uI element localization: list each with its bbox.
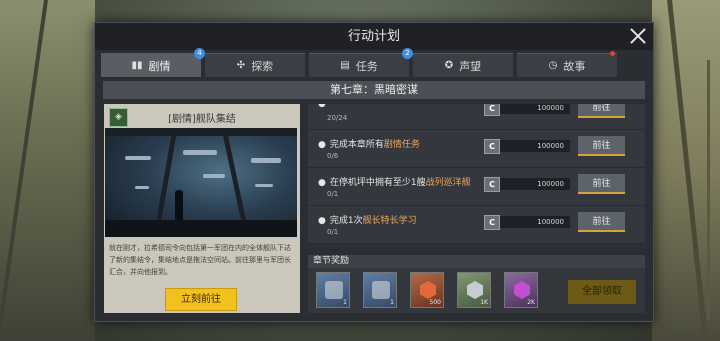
red-crystal-icon[interactable]: 500 bbox=[410, 272, 444, 308]
task-progress: 0/1 bbox=[327, 228, 339, 236]
task-list: ● 20/24 C 100000 前往 ● 完成本章所有剧情任务 0/6 C 10… bbox=[308, 104, 645, 249]
action-plan-dialog: 行动计划 ▮▮ 剧情 4 ✣ 探索 ▤ 任务 2 ✪ 声望 ◷ 故事 第七章：黑… bbox=[94, 22, 654, 322]
goto-button[interactable]: 前往 bbox=[578, 136, 625, 156]
reward-count: 1 bbox=[390, 299, 394, 306]
story-description: 就在刚才，拉希德司令向包括第一军团在内的全体舰队下达了新的集结令，集结地点是拖法… bbox=[109, 244, 291, 276]
task-description: ● bbox=[318, 104, 326, 109]
story-title: [剧情]舰队集结 bbox=[168, 114, 236, 125]
credit-icon: C bbox=[484, 215, 500, 230]
tab-bar: ▮▮ 剧情 4 ✣ 探索 ▤ 任务 2 ✪ 声望 ◷ 故事 bbox=[101, 48, 647, 77]
turret-blueprint-icon[interactable]: 1 bbox=[316, 272, 350, 308]
story-illustration bbox=[105, 128, 297, 237]
turret-blueprint-icon[interactable]: 1 bbox=[363, 272, 397, 308]
goto-button[interactable]: 前往 bbox=[578, 212, 625, 232]
credit-icon: C bbox=[484, 139, 500, 154]
credit-icon: C bbox=[484, 104, 500, 116]
claim-all-button[interactable]: 全部领取 bbox=[568, 280, 636, 304]
silver-crystal-icon[interactable]: 1K bbox=[457, 272, 491, 308]
reward-amount: 100000 bbox=[500, 140, 570, 152]
task-progress: 0/1 bbox=[327, 190, 339, 198]
reward-amount: 100000 bbox=[500, 216, 570, 228]
go-now-button[interactable]: 立刻前往 bbox=[165, 288, 237, 311]
tab-stories[interactable]: ◷ 故事 bbox=[517, 51, 617, 77]
task-description: ● 完成本章所有剧情任务 bbox=[318, 140, 420, 150]
tab-label: 探索 bbox=[251, 59, 274, 73]
task-description: ● 完成1次舰长特长学习 bbox=[318, 216, 417, 226]
tab-label: 剧情 bbox=[148, 59, 171, 73]
background-left bbox=[0, 0, 95, 341]
dialog-title: 行动计划 bbox=[95, 23, 653, 50]
story-panel: ◈ 安全 [剧情]舰队集结 就在刚才，拉希德司令向包括第一军团在内的全体舰队下达… bbox=[104, 104, 300, 313]
task-row: ● 在停机坪中拥有至少1艘战列巡洋舰 0/1 C 100000 前往 bbox=[308, 168, 645, 206]
reward-amount: 100000 bbox=[500, 104, 570, 114]
tab-explore[interactable]: ✣ 探索 bbox=[205, 53, 305, 77]
list-icon: ▤ bbox=[340, 60, 350, 71]
task-progress: 0/6 bbox=[327, 152, 339, 160]
chapter-rewards: 章节奖励 1 1 500 1K 2K 全部领取 bbox=[308, 255, 645, 313]
clock-icon: ◷ bbox=[548, 60, 558, 71]
tab-label: 声望 bbox=[459, 59, 482, 73]
reward-count: 1K bbox=[480, 299, 488, 306]
purple-crystal-icon[interactable]: 2K bbox=[504, 272, 538, 308]
task-progress: 20/24 bbox=[327, 114, 348, 122]
task-row: ● 完成1次舰长特长学习 0/1 C 100000 前往 bbox=[308, 206, 645, 244]
reward-count: 1 bbox=[343, 299, 347, 306]
reward-count: 2K bbox=[527, 299, 535, 306]
notification-dot bbox=[610, 51, 615, 56]
tab-missions[interactable]: ▤ 任务 2 bbox=[309, 48, 413, 77]
reward-amount: 100000 bbox=[500, 178, 570, 190]
tab-story[interactable]: ▮▮ 剧情 4 bbox=[101, 48, 205, 77]
task-description: ● 在停机坪中拥有至少1艘战列巡洋舰 bbox=[318, 178, 471, 188]
credit-icon: C bbox=[484, 177, 500, 192]
tab-reputation[interactable]: ✪ 声望 bbox=[413, 53, 513, 77]
rewards-title: 章节奖励 bbox=[308, 255, 645, 268]
reward-count: 500 bbox=[429, 299, 441, 306]
tab-badge: 4 bbox=[194, 48, 205, 59]
background-strut bbox=[707, 60, 710, 320]
close-icon[interactable] bbox=[629, 27, 647, 45]
task-row: ● 20/24 C 100000 前往 bbox=[308, 104, 645, 130]
book-icon: ▮▮ bbox=[131, 60, 143, 71]
tab-badge: 2 bbox=[402, 48, 413, 59]
goto-button[interactable]: 前往 bbox=[578, 174, 625, 194]
chapter-title: 第七章：黑暗密谋 bbox=[103, 81, 645, 99]
tab-label: 任务 bbox=[355, 59, 378, 73]
medal-icon: ✪ bbox=[444, 60, 454, 71]
goto-button[interactable]: 前往 bbox=[578, 104, 625, 118]
tab-label: 故事 bbox=[563, 59, 586, 73]
explore-icon: ✣ bbox=[236, 60, 246, 71]
task-row: ● 完成本章所有剧情任务 0/6 C 100000 前往 bbox=[308, 130, 645, 168]
